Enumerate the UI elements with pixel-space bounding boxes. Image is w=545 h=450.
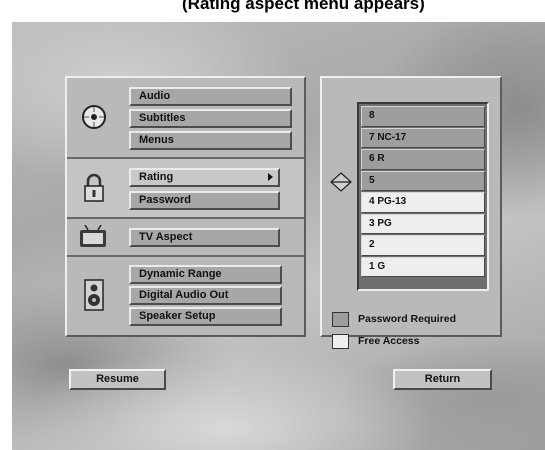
password-required-swatch: [332, 312, 349, 327]
tv-aspect-button[interactable]: TV Aspect: [129, 228, 280, 247]
setup-menu-panel: Audio Subtitles Menus Rating Password TV…: [65, 76, 306, 337]
audio-button[interactable]: Audio: [129, 87, 292, 106]
arrow-right-icon: [268, 173, 273, 181]
rating-item[interactable]: 5: [361, 170, 485, 191]
padlock-icon: [82, 173, 106, 208]
up-down-diamond-icon: [330, 172, 352, 197]
rating-item[interactable]: 8: [361, 106, 485, 127]
return-button[interactable]: Return: [393, 369, 492, 390]
password-button[interactable]: Password: [129, 191, 280, 210]
rating-panel: 87 NC-17 6 R54 PG-13 3 PG 2 1 G Password Req…: [320, 76, 502, 349]
parental-section: Rating Password: [67, 159, 304, 219]
rating-label: Rating: [139, 171, 174, 183]
display-section: TV Aspect: [67, 219, 304, 257]
resume-button[interactable]: Resume: [69, 369, 166, 390]
rating-item[interactable]: 1 G: [361, 256, 485, 277]
free-access-swatch: [332, 334, 349, 349]
rating-item[interactable]: 2: [361, 235, 485, 256]
disc-icon: [81, 104, 107, 135]
audio-output-section: Dynamic Range Digital Audio Out Speaker …: [67, 257, 304, 335]
dynamic-range-button[interactable]: Dynamic Range: [129, 265, 282, 284]
rating-item[interactable]: 7 NC-17: [361, 127, 485, 148]
language-section: Audio Subtitles Menus: [67, 78, 304, 159]
rating-list[interactable]: 87 NC-17 6 R54 PG-13 3 PG 2 1 G: [357, 102, 489, 291]
subtitles-button[interactable]: Subtitles: [129, 109, 292, 128]
dvd-menu-screen: Audio Subtitles Menus Rating Password TV…: [12, 22, 545, 450]
caption: (Rating aspect menu appears): [182, 0, 425, 13]
rating-item[interactable]: 3 PG: [361, 213, 485, 234]
rating-item[interactable]: 4 PG-13: [361, 192, 485, 213]
tv-icon: [79, 224, 107, 254]
legend-free-access: Free Access: [332, 334, 502, 350]
legend-password-required: Password Required: [332, 312, 502, 328]
password-required-label: Password Required: [358, 313, 457, 325]
menus-button[interactable]: Menus: [129, 131, 292, 150]
speaker-setup-button[interactable]: Speaker Setup: [129, 307, 282, 326]
digital-audio-out-button[interactable]: Digital Audio Out: [129, 286, 282, 305]
speaker-icon: [84, 279, 104, 316]
rating-item[interactable]: 6 R: [361, 149, 485, 170]
free-access-label: Free Access: [358, 335, 420, 347]
rating-button[interactable]: Rating: [129, 168, 280, 187]
